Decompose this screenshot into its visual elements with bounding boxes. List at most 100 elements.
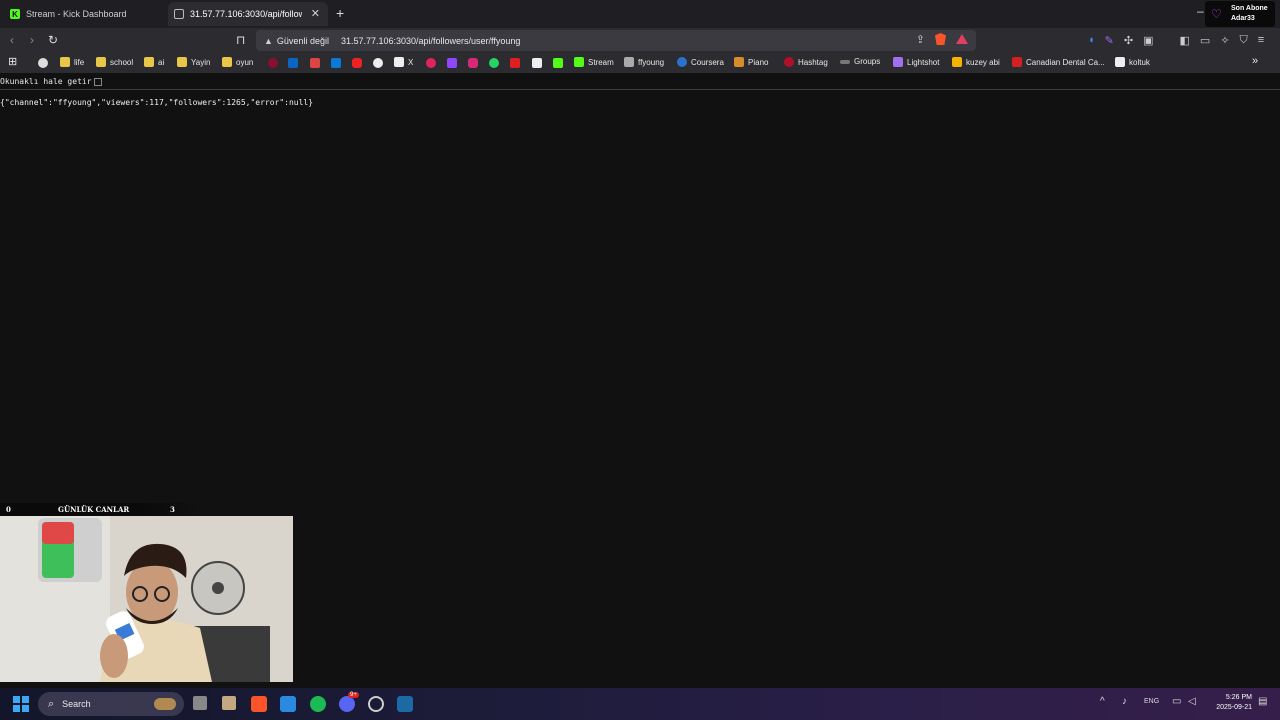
bookmark-canadian-dental[interactable]: Canadian Dental Ca... (1012, 57, 1105, 67)
site-icon[interactable] (426, 58, 436, 68)
bookmark-lightshot[interactable]: Lightshot (893, 57, 939, 67)
brave-taskbar-icon[interactable] (251, 696, 267, 712)
lightshot-icon (893, 57, 903, 67)
forward-icon[interactable]: › (30, 33, 34, 47)
pretty-print-checkbox[interactable] (93, 77, 102, 86)
photos-icon[interactable] (280, 696, 296, 712)
bookmark-ffyoung[interactable]: ffyoung (624, 57, 664, 67)
folder-icon (177, 57, 187, 67)
instagram-icon[interactable] (468, 58, 478, 68)
volume-icon[interactable]: ◁ (1188, 696, 1196, 707)
json-response: {"channel":"ffyoung","viewers":117,"foll… (0, 98, 314, 107)
network-icon[interactable]: ▭ (1172, 696, 1181, 707)
ai-icon[interactable]: ✧ (1220, 34, 1229, 47)
piano-icon (734, 57, 744, 67)
bookmark-koltuk[interactable]: koltuk (1115, 57, 1150, 67)
bookmark-icon[interactable]: ⊓ (236, 33, 245, 47)
task-view-icon[interactable] (193, 696, 207, 710)
bookmark-groups[interactable]: Groups (840, 57, 880, 66)
bookmark-hashtag[interactable]: Hashtag (784, 57, 828, 67)
search-icon: ⌕ (48, 697, 55, 710)
globe-icon (174, 9, 184, 19)
back-icon[interactable]: ‹ (10, 33, 14, 47)
address-bar[interactable]: ▲ Güvenli değil 31.57.77.106:3030/api/fo… (256, 30, 976, 51)
notification-icon[interactable]: ▤ (1258, 696, 1267, 707)
bookmark-life[interactable]: life (60, 57, 84, 67)
clock-date: 2025-09-21 (1216, 704, 1252, 711)
menu-icon[interactable]: ≡ (1258, 34, 1264, 47)
pen-icon[interactable]: ✎ (1105, 34, 1114, 47)
chatgpt-icon[interactable] (373, 58, 383, 68)
gmail-icon[interactable] (310, 58, 320, 68)
reload-icon[interactable]: ↻ (48, 33, 58, 47)
youtube-icon[interactable] (352, 58, 362, 68)
overlay-left-count: 0 (6, 505, 11, 514)
bookmark-ai[interactable]: ai (144, 57, 164, 67)
share-icon[interactable]: ⇪ (916, 33, 925, 46)
url-text[interactable]: 31.57.77.106:3030/api/followers/user/ffy… (341, 36, 520, 46)
bookmark-x[interactable]: X (394, 57, 413, 67)
minimize-button[interactable]: – (1197, 4, 1204, 18)
taskbar-search[interactable]: ⌕ Search (38, 692, 184, 716)
windows-start-icon[interactable] (13, 696, 29, 717)
webcam-image (0, 516, 293, 682)
bookmark-school[interactable]: school (96, 57, 133, 67)
audio-icon[interactable]: ◖ (1088, 34, 1095, 47)
brave-shields-icon[interactable] (935, 33, 946, 45)
new-tab-button[interactable]: + (336, 5, 344, 21)
vpn-icon[interactable]: ⛉ (1240, 34, 1248, 47)
whatsapp-icon[interactable] (489, 58, 499, 68)
outlook-icon[interactable] (331, 58, 341, 68)
folder-icon (222, 57, 232, 67)
extensions-icon[interactable]: ✣ (1124, 34, 1133, 47)
bookmark-coursera[interactable]: Coursera (677, 57, 724, 67)
microphone-icon[interactable]: ♪ (1122, 696, 1127, 707)
apps-icon[interactable]: ⊞ (8, 55, 17, 68)
bookmark-yayin[interactable]: Yayin (177, 57, 210, 67)
bookmark-stream[interactable]: Stream (574, 57, 614, 67)
bookmarks-bar: ⊞ life school ai Yayin oyun X Stream ffy… (0, 53, 1280, 73)
more-bookmarks-icon[interactable]: » (1252, 55, 1258, 67)
folder-icon (144, 57, 154, 67)
subscriber-widget: ♡ Son Abone Adar33 (1205, 1, 1275, 27)
clock[interactable]: 5:26 PM 2025-09-21 (1206, 693, 1252, 713)
tab-api-followers[interactable]: 31.57.77.106:3030/api/followers/ ✕ (168, 2, 328, 26)
kick-icon[interactable] (553, 58, 563, 68)
media-icon[interactable]: ▣ (1143, 34, 1153, 47)
bookmark-kuzey-abi[interactable]: kuzey abi (952, 57, 1000, 67)
brave-rewards-icon[interactable] (956, 34, 968, 44)
daily-lives-overlay: 0 GÜNLÜK CANLAR 3 (0, 503, 200, 516)
discord-icon[interactable] (339, 696, 355, 712)
clock-time: 5:26 PM (1225, 694, 1252, 701)
tumblr-icon[interactable] (510, 58, 520, 68)
site-icon[interactable] (268, 58, 278, 68)
bookmark-oyun[interactable]: oyun (222, 57, 253, 67)
spotify-icon[interactable] (310, 696, 326, 712)
twitch-icon[interactable] (447, 58, 457, 68)
chevron-up-icon[interactable]: ^ (1100, 696, 1105, 707)
overlay-right-count: 3 (170, 505, 175, 514)
hashtag-icon (784, 57, 794, 67)
warning-icon[interactable]: ▲ (264, 36, 273, 46)
close-tab-icon[interactable]: ✕ (311, 7, 320, 20)
tab-kick-dashboard[interactable]: K Stream - Kick Dashboard (4, 2, 164, 26)
pretty-print-bar: Okunaklı hale getir (0, 73, 1280, 90)
wallet-icon[interactable]: ▭ (1200, 34, 1210, 47)
security-label[interactable]: Güvenli değil (277, 36, 329, 46)
subscriber-name: Adar33 (1231, 15, 1255, 22)
obs-icon[interactable] (368, 696, 384, 712)
amazon-icon[interactable] (532, 58, 542, 68)
kick-icon (574, 57, 584, 67)
linkedin-icon[interactable] (288, 58, 298, 68)
amazon-icon (1115, 57, 1125, 67)
bookmark-piano[interactable]: Piano (734, 57, 768, 67)
tab-title: Stream - Kick Dashboard (26, 9, 127, 19)
google-icon[interactable] (38, 58, 48, 68)
folder-icon (96, 57, 106, 67)
steam-icon[interactable] (397, 696, 413, 712)
sidebar-icon[interactable]: ◧ (1180, 34, 1190, 47)
search-label: Search (62, 699, 91, 709)
link-icon (624, 57, 634, 67)
app-icon[interactable] (222, 696, 236, 710)
language-indicator[interactable]: ENG (1144, 698, 1159, 705)
